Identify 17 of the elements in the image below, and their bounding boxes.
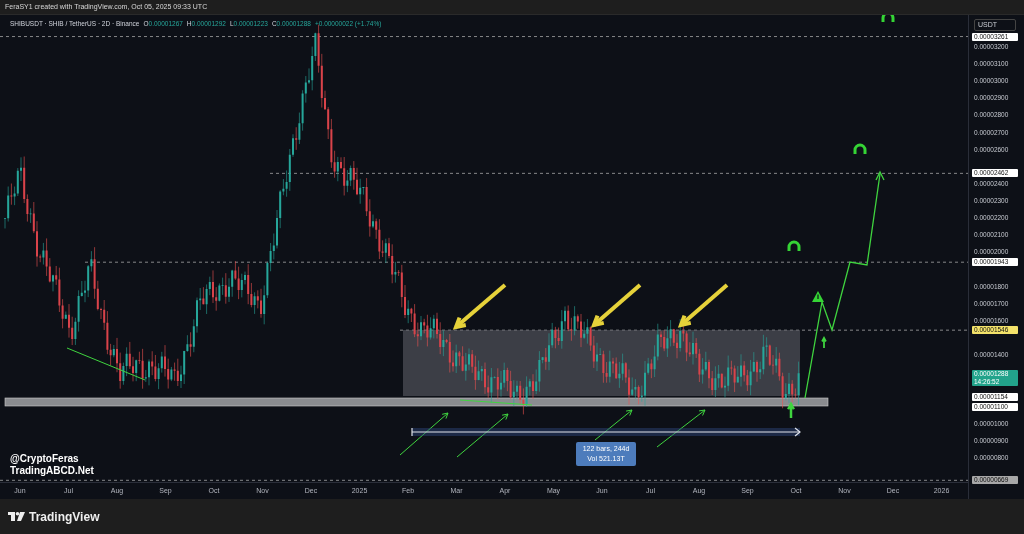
warning-icon: [812, 291, 824, 302]
arrow-drawing: [399, 412, 449, 456]
arrow-drawing: [677, 283, 729, 328]
arrow-drawing: [594, 409, 633, 441]
magnet-icon: [853, 143, 867, 154]
brand-name: TradingView: [29, 508, 100, 526]
author-text: @CryptoFeras: [10, 453, 80, 465]
magnet-icon: [787, 240, 801, 251]
arrow-drawing: [590, 283, 642, 328]
arrow-drawing: [452, 283, 507, 330]
magnet-icon: [881, 15, 895, 22]
arrow-drawing: [656, 409, 706, 448]
arrow-drawing: [456, 413, 509, 458]
up-arrow-icon: [821, 336, 827, 349]
up-arrow-icon: [787, 401, 795, 418]
author-text: TradingABCD.Net: [10, 465, 94, 477]
logo-icon: [8, 512, 25, 521]
